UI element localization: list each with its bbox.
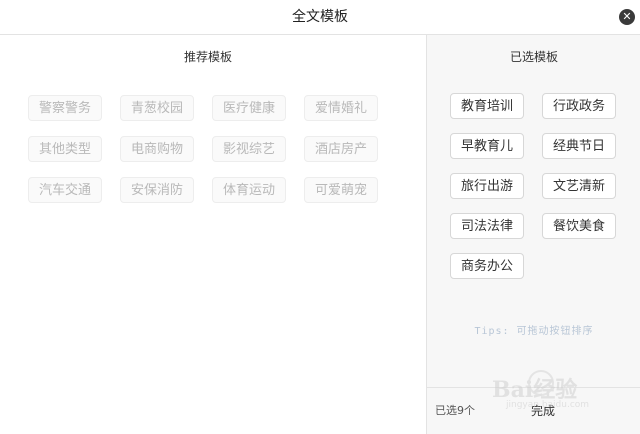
recommended-tag[interactable]: 汽车交通	[28, 177, 102, 203]
recommended-tag[interactable]: 体育运动	[212, 177, 286, 203]
recommended-tag[interactable]: 警察警务	[28, 95, 102, 121]
selected-tag[interactable]: 文艺清新	[542, 173, 616, 199]
selected-tag[interactable]: 餐饮美食	[542, 213, 616, 239]
selected-tag[interactable]: 司法法律	[450, 213, 524, 239]
recommended-tag[interactable]: 其他类型	[28, 136, 102, 162]
recommended-tag[interactable]: 医疗健康	[212, 95, 286, 121]
baidu-jingyan-watermark: Bai经验 jingyan.baidu.com	[492, 364, 610, 416]
selected-title: 已选模板	[509, 50, 558, 64]
recommended-tag[interactable]: 影视综艺	[212, 136, 286, 162]
selected-count: 已选9个	[435, 404, 475, 417]
recommended-tag[interactable]: 酒店房产	[304, 136, 378, 162]
close-icon[interactable]: ✕	[619, 9, 635, 25]
dialog-titlebar: 全文模板 ✕	[0, 0, 640, 35]
recommended-tag[interactable]: 青葱校园	[120, 95, 194, 121]
recommended-tag[interactable]: 安保消防	[120, 177, 194, 203]
dialog-title: 全文模板	[292, 9, 348, 25]
template-dialog: 全文模板 ✕ 推荐模板 警察警务 青葱校园 医疗健康 爱情婚礼 其他类型 电商购…	[0, 0, 640, 434]
selected-tag[interactable]: 行政政务	[542, 93, 616, 119]
recommended-tag[interactable]: 电商购物	[120, 136, 194, 162]
selected-tag[interactable]: 早教育儿	[450, 133, 524, 159]
recommended-panel: 推荐模板 警察警务 青葱校园 医疗健康 爱情婚礼 其他类型 电商购物 影视综艺 …	[0, 35, 426, 434]
watermark-url: jingyan.baidu.com	[506, 400, 590, 410]
selected-tag[interactable]: 商务办公	[450, 253, 524, 279]
selected-tag[interactable]: 旅行出游	[450, 173, 524, 199]
selected-tag[interactable]: 教育培训	[450, 93, 524, 119]
selected-tag[interactable]: 经典节日	[542, 133, 616, 159]
recommended-tag[interactable]: 可爱萌宠	[304, 177, 378, 203]
recommended-grid: 警察警务 青葱校园 医疗健康 爱情婚礼 其他类型 电商购物 影视综艺 酒店房产 …	[28, 95, 408, 203]
drag-sort-tip: Tips: 可拖动按钮排序	[474, 326, 594, 337]
recommended-tag[interactable]: 爱情婚礼	[304, 95, 378, 121]
recommended-title: 推荐模板	[183, 50, 232, 64]
selected-grid: 教育培训 行政政务 早教育儿 经典节日 旅行出游 文艺清新 司法法律 餐饮美食 …	[450, 93, 630, 279]
